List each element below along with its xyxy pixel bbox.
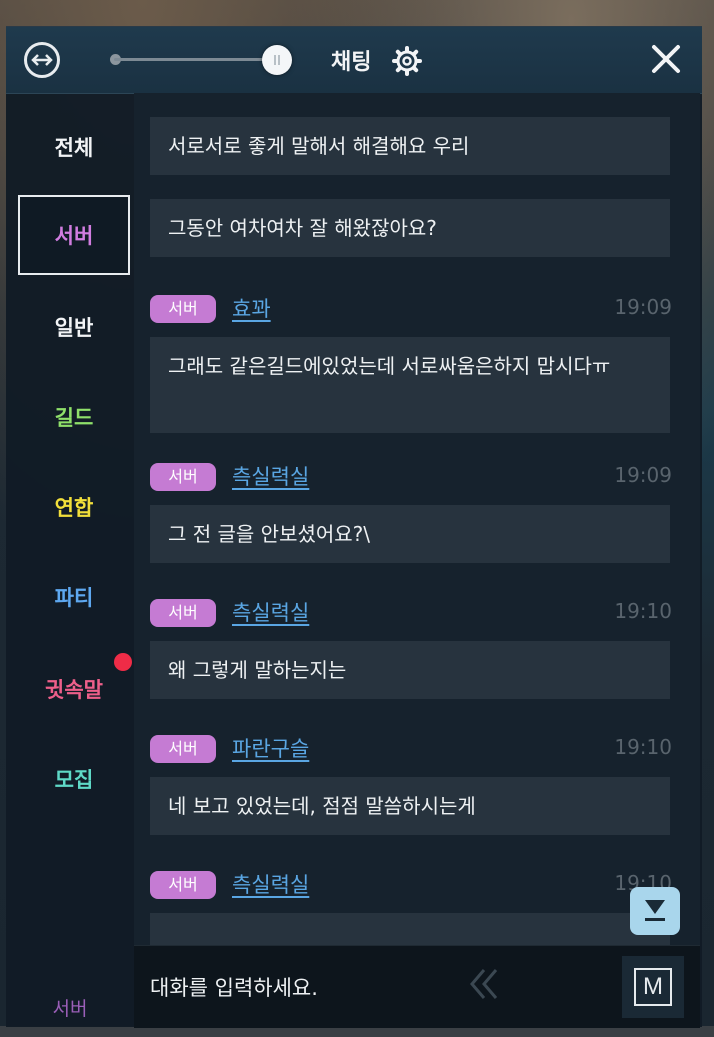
tab-label: 일반 bbox=[54, 316, 94, 340]
move-icon[interactable] bbox=[24, 42, 60, 78]
tab-label: 파티 bbox=[54, 586, 94, 610]
tab-label: 연합 bbox=[54, 496, 94, 520]
message-list[interactable]: 서로서로 좋게 말해서 해결해요 우리 그동안 여차여차 잘 해왔잖아요? 서버… bbox=[134, 93, 700, 945]
tab-guild[interactable]: 길드 bbox=[18, 377, 130, 457]
message-meta: 서버 측실력실 19:10 bbox=[150, 597, 672, 631]
message-meta: 서버 효꽈 19:09 bbox=[150, 293, 672, 327]
current-channel-label: 서버 bbox=[52, 997, 88, 1020]
tab-label: 서버 bbox=[54, 224, 94, 248]
tab-all[interactable]: 전체 bbox=[18, 107, 130, 187]
message-meta: 서버 파란구슬 19:10 bbox=[150, 733, 672, 767]
page-title: 채팅 bbox=[331, 50, 372, 75]
username-link[interactable]: 측실력실 bbox=[232, 597, 309, 627]
close-icon[interactable] bbox=[650, 43, 682, 79]
username-link[interactable]: 파란구슬 bbox=[232, 733, 309, 763]
message-bubble: 그 전 글을 안보셨어요?\ bbox=[150, 505, 670, 563]
channel-badge: 서버 bbox=[150, 295, 216, 323]
username-link[interactable]: 측실력실 bbox=[232, 869, 309, 899]
timestamp: 19:09 bbox=[614, 463, 672, 487]
message-text: 왜 그렇게 말하는지는 bbox=[168, 658, 347, 682]
tab-label: 모집 bbox=[54, 768, 94, 792]
tab-label: 길드 bbox=[54, 406, 94, 430]
message-text: 서로서로 좋게 말해서 해결해요 우리 bbox=[168, 134, 470, 158]
timestamp: 19:09 bbox=[614, 295, 672, 319]
message-text: 그동안 여차여차 잘 해왔잖아요? bbox=[168, 216, 437, 240]
opacity-slider-knob[interactable] bbox=[262, 45, 293, 75]
chat-input[interactable]: 대화를 입력하세요. bbox=[150, 972, 318, 1002]
tab-alliance[interactable]: 연합 bbox=[18, 467, 130, 547]
tab-party[interactable]: 파티 bbox=[18, 557, 130, 637]
tab-server[interactable]: 서버 bbox=[18, 195, 130, 275]
gear-icon[interactable] bbox=[392, 46, 422, 80]
chat-input-bar: 대화를 입력하세요. M bbox=[134, 945, 700, 1028]
channel-badge: 서버 bbox=[150, 871, 216, 899]
opacity-slider[interactable] bbox=[114, 58, 284, 61]
message-bubble: 서로서로 좋게 말해서 해결해요 우리 bbox=[150, 117, 670, 175]
channel-select-button[interactable]: 서버 bbox=[6, 977, 134, 1037]
message-text: 그 전 글을 안보셨어요?\ bbox=[168, 522, 371, 546]
scroll-down-icon bbox=[645, 900, 665, 921]
message-bubble: 그래도 같은길드에있었는데 서로싸움은하지 맙시다ㅠ bbox=[150, 337, 670, 433]
message-meta: 서버 측실력실 19:10 bbox=[150, 869, 672, 903]
message-text: 네 보고 있었는데, 점점 말씀하시는게 bbox=[168, 794, 476, 818]
notification-dot bbox=[114, 653, 132, 671]
macro-label: M bbox=[634, 968, 672, 1006]
message-bubble: 네 보고 있었는데, 점점 말씀하시는게 bbox=[150, 777, 670, 835]
username-link[interactable]: 측실력실 bbox=[232, 461, 309, 491]
chevron-left-icon bbox=[464, 964, 504, 1008]
tab-label: 귓속말 bbox=[45, 678, 103, 702]
timestamp: 19:10 bbox=[614, 735, 672, 759]
timestamp: 19:10 bbox=[614, 599, 672, 623]
scroll-down-button[interactable] bbox=[630, 887, 680, 935]
message-bubble: 왜 그렇게 말하는지는 bbox=[150, 641, 670, 699]
chat-window: 채팅 전체 서버 일반 길드 연합 파티 귓속말 모집 서버 서로서로 좋게 말… bbox=[6, 26, 702, 1028]
message-bubble: 그동안 여차여차 잘 해왔잖아요? bbox=[150, 199, 670, 257]
channel-sidebar: 전체 서버 일반 길드 연합 파티 귓속말 모집 서버 bbox=[6, 93, 134, 1027]
tab-label: 전체 bbox=[54, 136, 94, 160]
message-text: 그래도 같은길드에있었는데 서로싸움은하지 맙시다ㅠ bbox=[168, 354, 611, 378]
channel-badge: 서버 bbox=[150, 599, 216, 627]
tab-recruit[interactable]: 모집 bbox=[18, 739, 130, 819]
channel-badge: 서버 bbox=[150, 463, 216, 491]
macro-button[interactable]: M bbox=[622, 956, 684, 1018]
channel-badge: 서버 bbox=[150, 735, 216, 763]
message-meta: 서버 측실력실 19:09 bbox=[150, 461, 672, 495]
tab-general[interactable]: 일반 bbox=[18, 287, 130, 367]
message-bubble bbox=[150, 913, 670, 945]
chat-header: 채팅 bbox=[6, 27, 702, 94]
username-link[interactable]: 효꽈 bbox=[232, 293, 271, 323]
